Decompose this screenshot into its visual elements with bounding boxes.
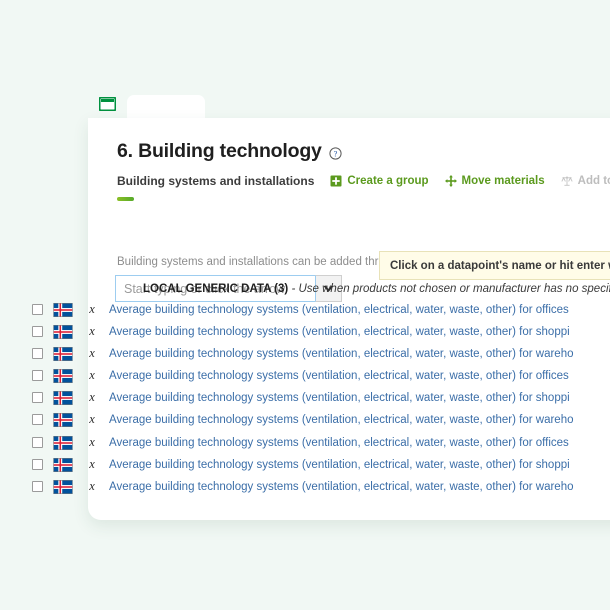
datapoint-row-label[interactable]: Average building technology systems (ven… <box>109 348 574 360</box>
datapoint-row-label[interactable]: Average building technology systems (ven… <box>109 459 570 471</box>
move-materials-button[interactable]: Move materials <box>444 175 545 187</box>
iceland-flag-icon <box>53 480 73 494</box>
datapoint-row-label[interactable]: Average building technology systems (ven… <box>109 414 574 426</box>
iceland-flag-icon <box>53 436 73 450</box>
iceland-flag-icon <box>53 458 73 472</box>
datapoint-row-checkbox[interactable] <box>32 370 43 381</box>
average-x-bar-icon: x <box>89 435 95 449</box>
average-x-bar-icon: x <box>89 479 95 493</box>
iceland-flag-icon <box>53 347 73 361</box>
datapoint-row-label[interactable]: Average building technology systems (ven… <box>109 304 569 316</box>
group-header-note: - Use when products not chosen or manufa… <box>291 283 610 295</box>
iceland-flag-icon <box>53 391 73 405</box>
group-header: LOCAL GENERIC DATA (3) - Use when produc… <box>143 283 610 295</box>
title-accent-bar <box>117 197 134 201</box>
datapoint-row: x Average building technology systems (ve… <box>0 411 610 428</box>
datapoint-row-label[interactable]: Average building technology systems (ven… <box>109 481 574 493</box>
datapoint-row-checkbox[interactable] <box>32 392 43 403</box>
average-x-bar-icon: x <box>89 324 95 338</box>
add-to-compare-button[interactable]: Add to compare <box>561 175 610 187</box>
datapoint-row-label[interactable]: Average building technology systems (ven… <box>109 437 569 449</box>
svg-text:?: ? <box>333 148 337 158</box>
iceland-flag-icon <box>53 369 73 383</box>
average-x-bar-icon: x <box>89 302 95 316</box>
datapoint-row-label[interactable]: Average building technology systems (ven… <box>109 392 570 404</box>
datapoint-row-checkbox[interactable] <box>32 348 43 359</box>
section-subtitle: Building systems and installations <box>117 174 315 188</box>
hint-banner-text: Click on a datapoint's name or hit enter… <box>390 259 610 272</box>
help-circle-icon[interactable]: ? <box>329 146 342 160</box>
datapoint-row: x Average building technology systems (ve… <box>0 301 610 318</box>
average-x-bar-icon: x <box>89 346 95 360</box>
group-header-label: LOCAL GENERIC DATA (3) <box>143 283 289 295</box>
create-a-group-label: Create a group <box>347 175 429 187</box>
datapoint-row-checkbox[interactable] <box>32 481 43 492</box>
app-window-icon <box>98 96 117 112</box>
average-x-bar-icon: x <box>89 412 95 426</box>
move-arrows-icon <box>444 175 457 187</box>
datapoint-row: x Average building technology systems (ve… <box>0 434 610 451</box>
datapoint-row: x Average building technology systems (ve… <box>0 323 610 340</box>
create-a-group-button[interactable]: Create a group <box>330 175 429 187</box>
datapoint-row-checkbox[interactable] <box>32 437 43 448</box>
datapoint-row: x Average building technology systems (ve… <box>0 345 610 362</box>
datapoint-row: x Average building technology systems (ve… <box>0 478 610 495</box>
iceland-flag-icon <box>53 413 73 427</box>
move-materials-label: Move materials <box>461 175 545 187</box>
balance-scales-icon <box>561 175 573 187</box>
section-subtitle-row: Building systems and installations Creat… <box>117 174 610 188</box>
datapoint-row-label[interactable]: Average building technology systems (ven… <box>109 326 570 338</box>
datapoint-row-checkbox[interactable] <box>32 326 43 337</box>
add-to-compare-label: Add to compare <box>577 175 610 187</box>
page-title: 6. Building technology <box>117 140 322 162</box>
datapoint-row: x Average building technology systems (ve… <box>0 389 610 406</box>
iceland-flag-icon <box>53 303 73 317</box>
datapoint-row-checkbox[interactable] <box>32 304 43 315</box>
datapoint-row-checkbox[interactable] <box>32 459 43 470</box>
page-title-row: 6. Building technology ? <box>117 140 610 163</box>
average-x-bar-icon: x <box>89 457 95 471</box>
iceland-flag-icon <box>53 325 73 339</box>
average-x-bar-icon: x <box>89 368 95 382</box>
average-x-bar-icon: x <box>89 390 95 404</box>
datapoint-list: x Average building technology systems (ve… <box>0 301 610 500</box>
datapoint-row-label[interactable]: Average building technology systems (ven… <box>109 370 569 382</box>
datapoint-row: x Average building technology systems (ve… <box>0 456 610 473</box>
page-header: 6. Building technology ? Building system… <box>117 140 610 201</box>
datapoint-row: x Average building technology systems (ve… <box>0 367 610 384</box>
hint-banner: Click on a datapoint's name or hit enter… <box>379 251 610 280</box>
plus-square-icon <box>330 175 342 187</box>
datapoint-row-checkbox[interactable] <box>32 414 43 425</box>
